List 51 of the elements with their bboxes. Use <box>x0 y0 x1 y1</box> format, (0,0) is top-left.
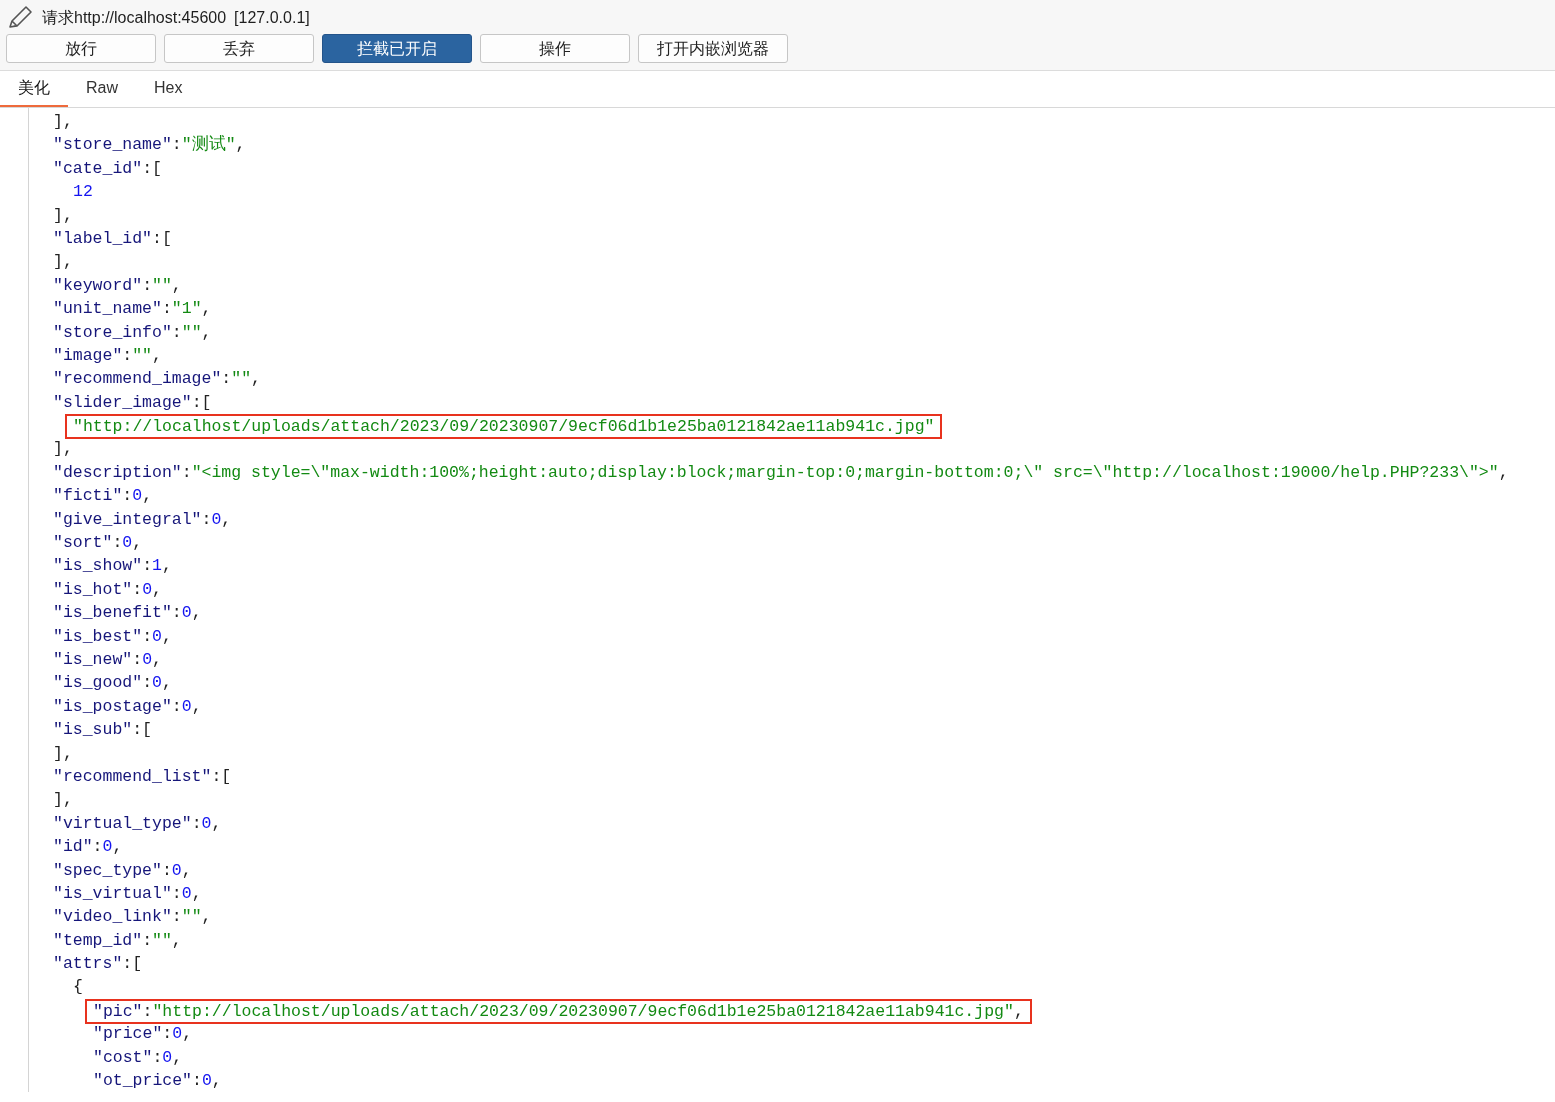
code-line: "temp_id":"", <box>53 929 182 951</box>
code-line: "store_info":"", <box>53 321 212 343</box>
toolbar-button[interactable]: 打开内嵌浏览器 <box>638 34 788 63</box>
code-line: ], <box>53 742 73 764</box>
code-line: "recommend_list":[ <box>53 765 232 787</box>
code-line: "recommend_image":"", <box>53 368 261 390</box>
code-line: "virtual_type":0, <box>53 812 222 834</box>
code-line: "ot_price":0, <box>93 1070 222 1091</box>
code-line: "image":"", <box>53 344 162 366</box>
toolbar-button[interactable]: 丢弃 <box>164 34 314 63</box>
code-line: "cate_id":[ <box>53 157 162 179</box>
code-line: ], <box>53 789 73 811</box>
code-line: 12 <box>73 181 93 203</box>
code-line: "is_new":0, <box>53 649 162 670</box>
code-line: "price":0, <box>93 1023 193 1045</box>
code-line: "spec_type":0, <box>53 859 192 881</box>
request-title: 请求http://localhost:45600 <box>42 8 227 28</box>
code-line: "is_hot":0, <box>53 578 162 600</box>
code-line: "slider_image":[ <box>53 391 212 413</box>
code-line: "ficti":0, <box>53 485 153 507</box>
view-tab[interactable]: Raw <box>68 71 136 107</box>
code-line: ], <box>53 251 73 273</box>
code-line: "label_id":[ <box>53 227 172 249</box>
code-line: "is_postage":0, <box>53 695 202 717</box>
view-tab[interactable]: Hex <box>136 71 201 107</box>
code-line: "is_best":0, <box>53 625 172 647</box>
code-line: { <box>73 976 83 998</box>
code-line: "give_integral":0, <box>53 508 232 530</box>
code-line: "is_benefit":0, <box>53 602 202 624</box>
toolbar-button[interactable]: 拦截已开启 <box>322 34 472 63</box>
code-line: "is_virtual":0, <box>53 882 202 904</box>
code-line: ], <box>53 438 73 460</box>
pencil-icon <box>6 5 34 31</box>
request-address: [127.0.0.1] <box>234 8 310 28</box>
code-line: "attrs":[ <box>53 953 143 975</box>
code-line: "is_show":1, <box>53 555 172 577</box>
code-line: "keyword":"", <box>53 274 182 296</box>
code-line: "description":"<img style=\"max-width:100%;height:auto;display:block;margin-top:0;margin-bottom:0;\" src=\"http://localhost:19000/help.PHP?233\">", <box>53 461 1509 483</box>
code-line: "video_link":"", <box>53 906 212 928</box>
view-tab[interactable]: 美化 <box>0 71 68 107</box>
code-line: ], <box>53 111 73 132</box>
code-line: "is_good":0, <box>53 672 172 694</box>
code-line: "id":0, <box>53 836 123 858</box>
code-line: ], <box>53 204 73 226</box>
code-line: "cost":0, <box>93 1046 183 1068</box>
toolbar-button[interactable]: 操作 <box>480 34 630 63</box>
toolbar-button[interactable]: 放行 <box>6 34 156 63</box>
code-line: "sort":0, <box>53 532 143 554</box>
code-line: "store_name":"测试", <box>53 134 246 156</box>
code-line: "unit_name":"1", <box>53 298 212 320</box>
code-line: "is_sub":[ <box>53 719 153 741</box>
